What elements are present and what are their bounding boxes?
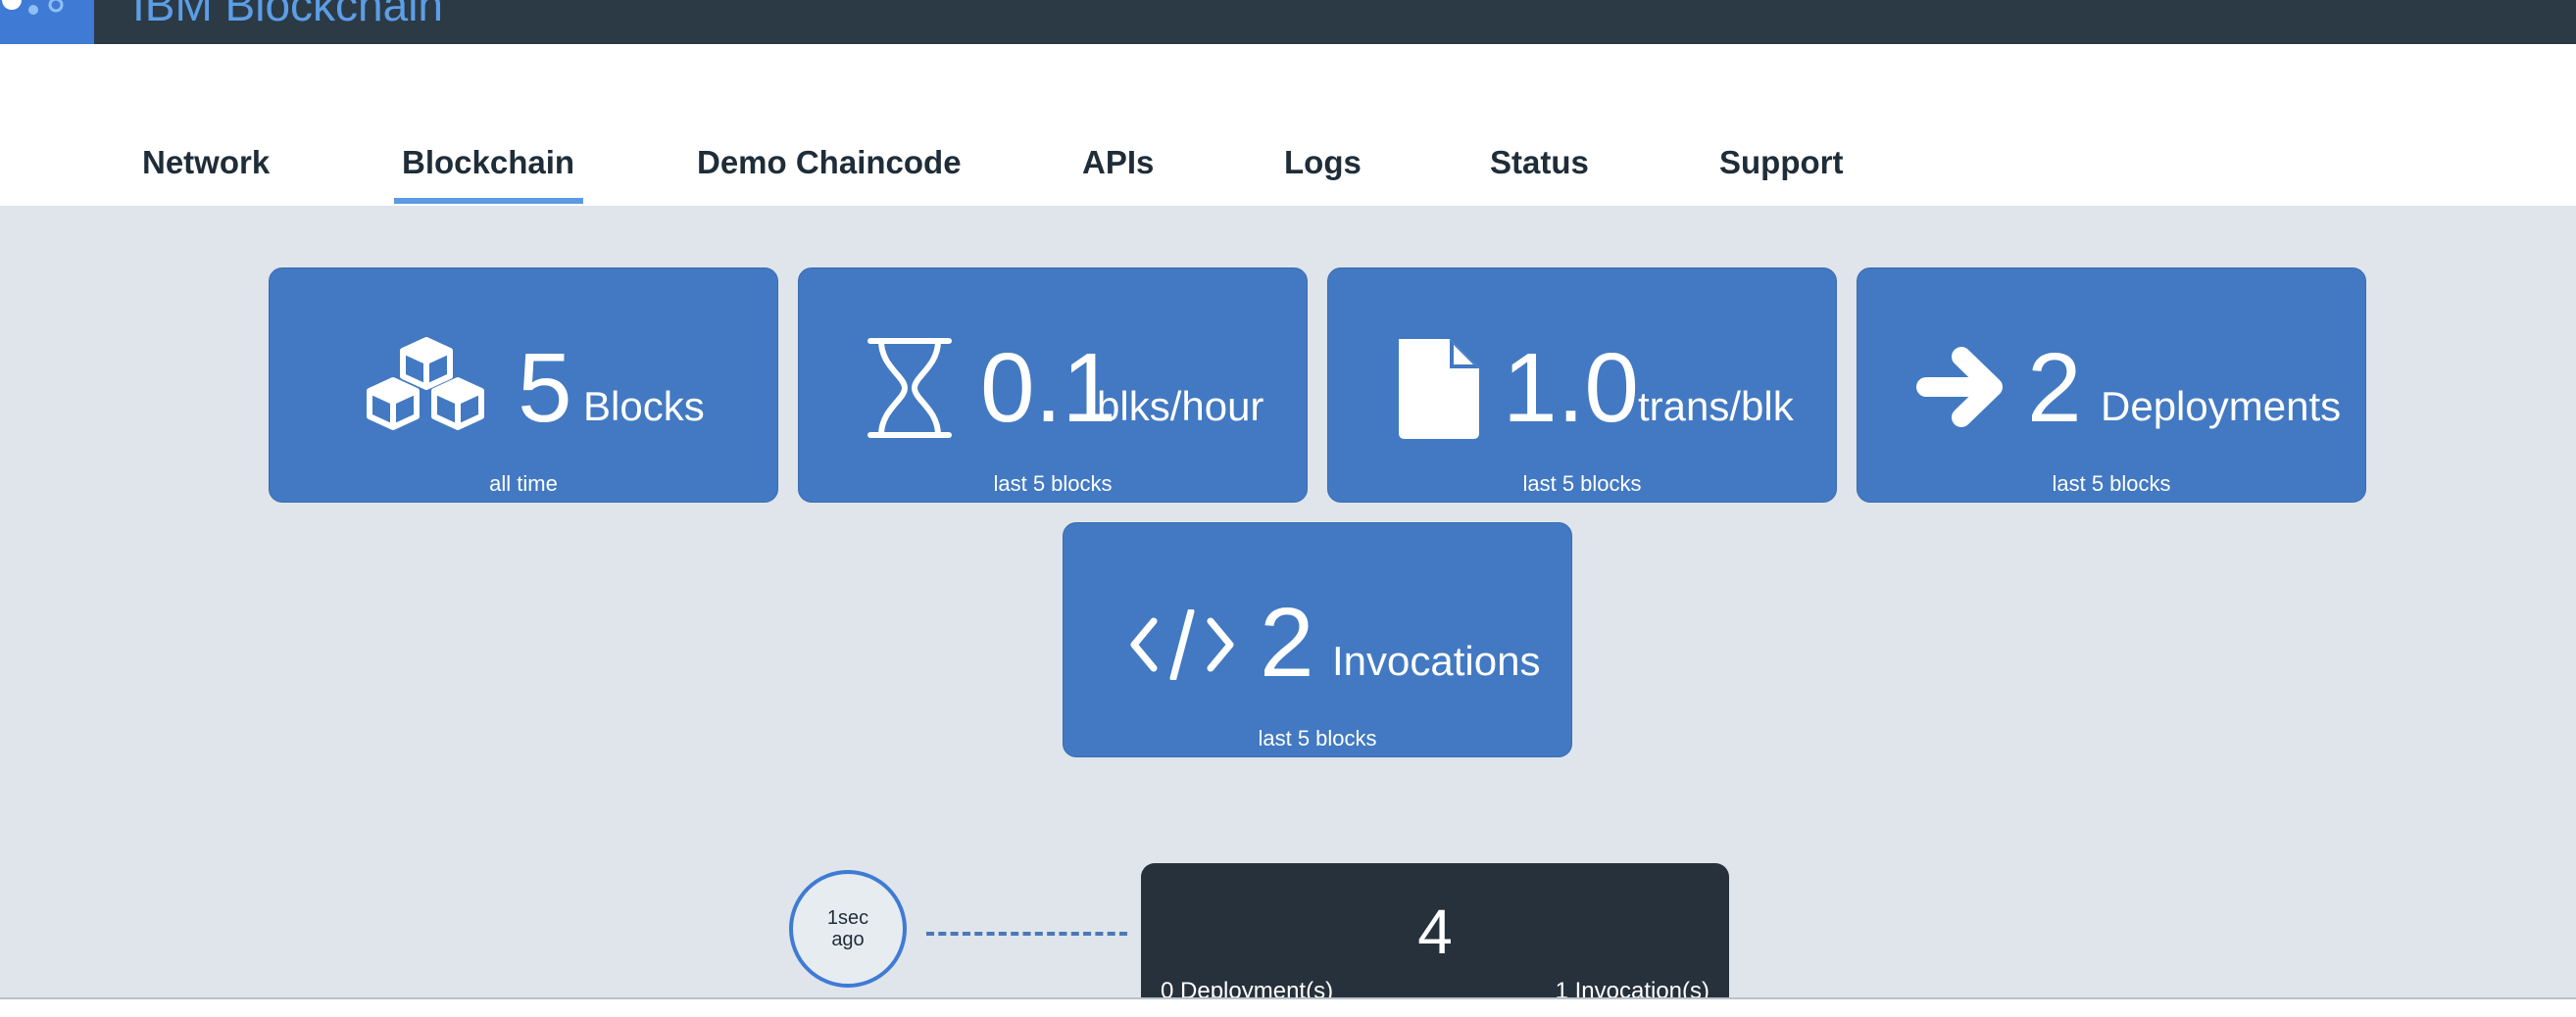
app-title: IBM Blockchain [132,0,444,30]
deployments-subtitle: last 5 blocks [2052,471,2171,496]
block-age-indicator[interactable]: 1sec ago [789,870,907,988]
deployments-unit: Deployments [2101,383,2342,429]
stat-card-invocations: 2 Invocations last 5 blocks [1063,522,1572,757]
document-icon [1399,339,1479,439]
block-card[interactable]: 4 0 Deployment(s) 1 Invocation(s) [1141,863,1729,1010]
code-icon [1130,609,1234,680]
block-number: 4 [1417,896,1453,967]
blocks-subtitle: all time [489,471,558,496]
tab-bar: Network Blockchain Demo Chaincode APIs L… [0,44,2576,206]
tab-status[interactable]: Status [1490,144,1589,181]
deployments-value: 2 [2027,333,2082,443]
block-age-suffix: ago [831,929,865,950]
tab-network[interactable]: Network [142,144,270,181]
timeline-connector [926,932,1127,936]
blocks-value: 5 [518,333,572,443]
tab-logs[interactable]: Logs [1284,144,1362,181]
blocks-unit: Blocks [583,383,705,429]
transactions-value: 1.0 [1503,333,1640,443]
stat-card-block-rate: 0.1 blks/hour last 5 blocks [798,267,1308,503]
top-bar: IBM Blockchain [0,0,2576,44]
tab-demo-chaincode[interactable]: Demo Chaincode [697,144,962,181]
hourglass-icon [867,338,952,438]
transactions-subtitle: last 5 blocks [1522,471,1642,496]
block-age-value: 1sec [826,907,869,929]
block-rate-unit: blks/hour [1097,383,1264,429]
invocations-subtitle: last 5 blocks [1258,726,1377,751]
tab-blockchain[interactable]: Blockchain [393,144,584,204]
tab-support[interactable]: Support [1719,144,1843,181]
invocations-unit: Invocations [1332,638,1541,684]
invocations-value: 2 [1260,588,1314,698]
page-bottom-strip [0,999,2576,1017]
stat-card-deployments: 2 Deployments last 5 blocks [1857,267,2366,503]
transactions-unit: trans/blk [1638,383,1794,429]
ibm-blockchain-logo[interactable] [0,0,94,44]
logo-icon [2,0,64,15]
tab-apis[interactable]: APIs [1082,144,1154,181]
stat-card-blocks: 5 Blocks all time [269,267,778,503]
stat-card-transactions: 1.0 trans/blk last 5 blocks [1327,267,1837,503]
cubes-icon [367,337,484,430]
arrow-right-icon [1916,347,2003,427]
block-rate-subtitle: last 5 blocks [993,471,1113,496]
